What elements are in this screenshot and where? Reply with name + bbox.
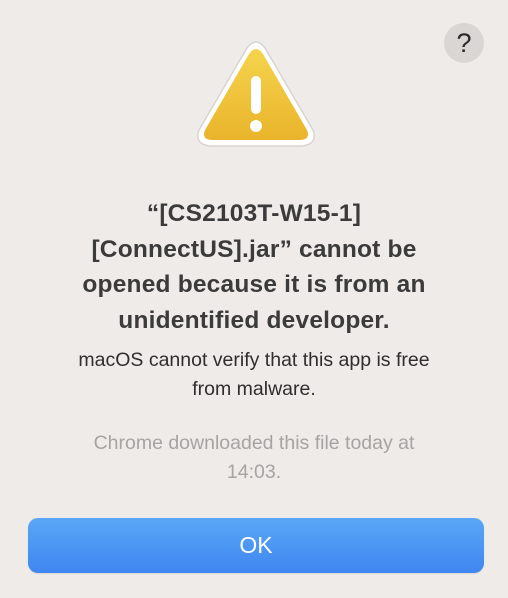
dialog-message: macOS cannot verify that this app is fre…: [24, 346, 484, 403]
title-line: opened because it is from an: [82, 271, 426, 298]
ok-button-label: OK: [239, 532, 273, 558]
help-button[interactable]: ?: [444, 23, 484, 63]
warning-triangle-icon: [197, 41, 315, 147]
message-line: from malware.: [192, 377, 316, 400]
help-icon: ?: [456, 27, 472, 58]
title-line: “[CS2103T-W15-1]: [146, 200, 362, 227]
download-info: Chrome downloaded this file today at 14:…: [24, 429, 484, 486]
dialog-title: “[CS2103T-W15-1] [ConnectUS].jar” cannot…: [24, 196, 484, 338]
info-line: 14:03.: [226, 460, 282, 483]
title-line: [ConnectUS].jar” cannot be: [91, 235, 417, 263]
info-line: Chrome downloaded this file today at: [93, 432, 415, 454]
security-alert-dialog: ? “[CS2103T-W15-1] [ConnectUS].jar” cann…: [0, 0, 508, 598]
ok-button[interactable]: OK: [28, 518, 484, 573]
message-line: macOS cannot verify that this app is fre…: [78, 349, 430, 371]
title-line: unidentified developer.: [118, 306, 390, 334]
